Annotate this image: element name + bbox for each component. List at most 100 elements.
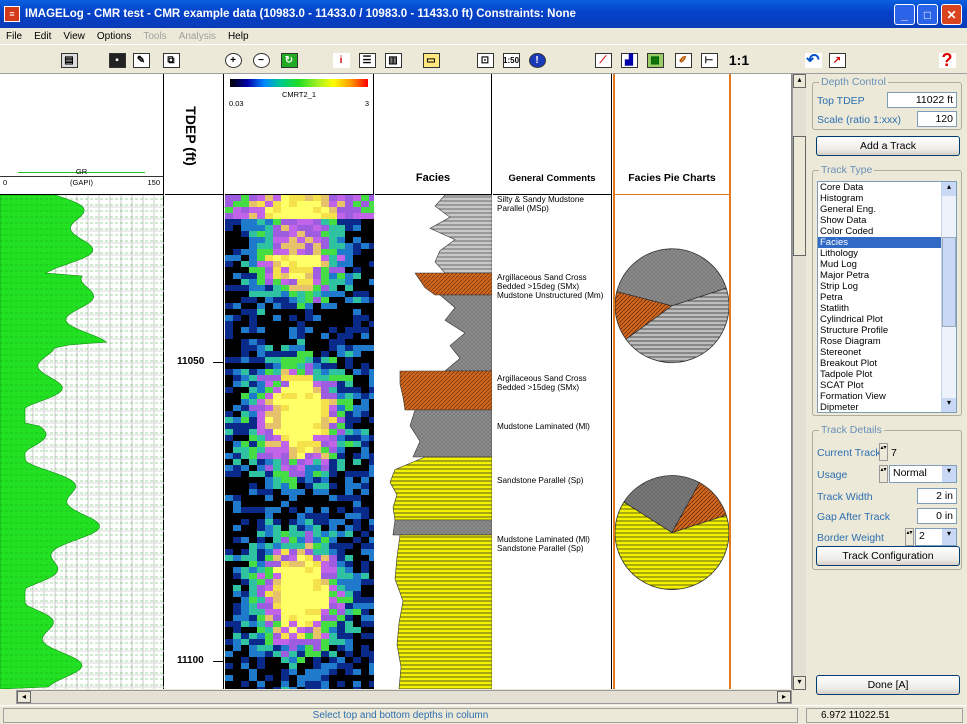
list-up-icon[interactable]: ▴ [942,182,956,196]
done-button[interactable]: Done [A] [816,675,960,695]
list-down-icon[interactable]: ▾ [942,398,956,412]
maximize-button[interactable]: □ [917,4,938,25]
zoom-out-icon[interactable]: − [250,49,272,71]
cmr-image-track[interactable]: CMRT2_1 0.03 3 [225,74,374,689]
track-type-item[interactable]: Strip Log [818,281,941,292]
ruler-icon[interactable]: ⊢ [698,49,720,71]
cmr-image-cell [289,627,297,633]
edit-icon[interactable]: ✎ [130,49,152,71]
close-button[interactable]: ✕ [941,4,962,25]
refresh-icon[interactable]: ↻ [278,49,300,71]
cmr-image-cell [241,507,249,513]
track-type-item[interactable]: SCAT Plot [818,380,941,391]
print-icon[interactable]: ▤ [58,49,80,71]
about-icon[interactable]: ! [526,49,548,71]
track-type-scrollbar[interactable]: ▴ ▾ [941,182,956,412]
gap-input[interactable]: 0 in [917,508,957,524]
track-type-item[interactable]: Histogram [818,193,941,204]
minimize-button[interactable]: _ [894,4,915,25]
crossplot-icon[interactable]: ⟋ [592,49,614,71]
cmr-image-cell [281,435,289,441]
track-type-item[interactable]: Color Coded [818,226,941,237]
scale-1-1-button[interactable]: 1:1 [724,49,754,71]
track-type-item[interactable]: Petra [818,292,941,303]
track-type-item[interactable]: Core Data [818,182,941,193]
track-type-item[interactable]: Cylindrical Plot [818,314,941,325]
cmr-image-cell [265,657,273,663]
menu-edit[interactable]: Edit [28,31,57,42]
menu-tools[interactable]: Tools [137,31,172,42]
track-type-item[interactable]: General Eng. [818,204,941,215]
facies-track[interactable]: Facies [375,74,492,689]
lithology-icon[interactable]: ▩ [644,49,666,71]
usage-dropdown-icon[interactable]: ▾ [942,466,956,482]
cmr-image-cell [225,411,233,417]
track-type-item[interactable]: Facies [818,237,941,248]
horizontal-scrollbar[interactable]: ◂ ▸ [16,690,792,704]
pencil-icon[interactable]: ✐ [672,49,694,71]
current-track-spinner[interactable]: ▴▾ [879,443,888,461]
track-type-item[interactable]: Rose Diagram [818,336,941,347]
scroll-right-icon[interactable]: ▸ [777,691,791,703]
usage-spinner[interactable]: ▴▾ [879,465,888,483]
cmr-image-cell [305,231,313,237]
cmr-image-cell [257,435,265,441]
info-well-icon[interactable]: i [330,49,352,71]
gr-track[interactable]: GR 0 (GAPI) 150 [0,74,164,689]
cmr-image-cell [257,549,265,555]
comments-track[interactable]: General Comments Silty & Sandy Mudstone … [493,74,612,689]
track-width-input[interactable]: 2 in [917,488,957,504]
save-icon[interactable]: ▪ [106,49,128,71]
track-type-item[interactable]: Lithology [818,248,941,259]
export-icon[interactable]: ↗ [826,49,848,71]
top-tdep-input[interactable]: 11022 ft [887,92,957,108]
border-weight-select[interactable]: 2 ▾ [915,528,957,546]
cmr-image-cell [249,549,257,555]
add-track-button[interactable]: Add a Track [816,136,960,156]
scroll-up-icon[interactable]: ▴ [793,74,806,88]
log-viewport[interactable]: GR 0 (GAPI) 150 TDEP (ft) 11050 11100 CMR… [0,74,792,689]
border-weight-spinner[interactable]: ▴▾ [905,528,914,546]
header-icon[interactable]: ☰ [356,49,378,71]
track-type-item[interactable]: Mud Log [818,259,941,270]
track-type-item[interactable]: Show Data [818,215,941,226]
zoom-in-icon[interactable]: + [222,49,244,71]
menu-options[interactable]: Options [91,31,137,42]
menu-file[interactable]: File [0,31,28,42]
vertical-scrollbar[interactable]: ▴ ▾ [792,74,806,690]
track-type-item[interactable]: Tadpole Plot [818,369,941,380]
track-type-item[interactable]: Dipmeter [818,402,941,412]
track-type-item[interactable]: Statlith [818,303,941,314]
menu-analysis[interactable]: Analysis [173,31,222,42]
list-thumb[interactable] [942,237,956,327]
cmr-image-cell [329,663,337,669]
scale-1-50-icon[interactable]: 1:50 [500,49,522,71]
histogram-icon[interactable]: ▟ [618,49,640,71]
monitor-icon[interactable]: ▭ [420,49,442,71]
undo-icon[interactable]: ↶ [802,49,824,71]
track-icon[interactable]: ⊡ [474,49,496,71]
usage-select[interactable]: Normal ▾ [889,465,957,483]
track-configuration-button[interactable]: Track Configuration [816,546,960,566]
scale-input[interactable]: 120 [917,111,957,127]
track-type-item[interactable]: Major Petra [818,270,941,281]
cmr-image-cell [233,585,241,591]
title-bar[interactable]: ≡ IMAGELog - CMR test - CMR example data… [0,0,967,28]
scroll-thumb[interactable] [793,136,806,256]
track-type-item[interactable]: Structure Profile [818,325,941,336]
menu-view[interactable]: View [57,31,91,42]
track-type-item[interactable]: Stereonet [818,347,941,358]
help-icon[interactable]: ? [936,49,958,71]
copy-icon[interactable]: ⧉ [160,49,182,71]
grid-icon[interactable]: ▥ [382,49,404,71]
pie-chart-track[interactable]: Facies Pie Charts [613,74,731,689]
cmr-image-cell [249,525,257,531]
cmr-image-cell [233,507,241,513]
scroll-left-icon[interactable]: ◂ [17,691,31,703]
track-type-item[interactable]: Breakout Plot [818,358,941,369]
menu-help[interactable]: Help [222,31,255,42]
scroll-down-icon[interactable]: ▾ [793,676,806,690]
track-type-item[interactable]: Formation View [818,391,941,402]
track-type-list[interactable]: Core Data Histogram General Eng. Show Data C… [817,181,957,413]
border-weight-dropdown-icon[interactable]: ▾ [942,529,956,545]
